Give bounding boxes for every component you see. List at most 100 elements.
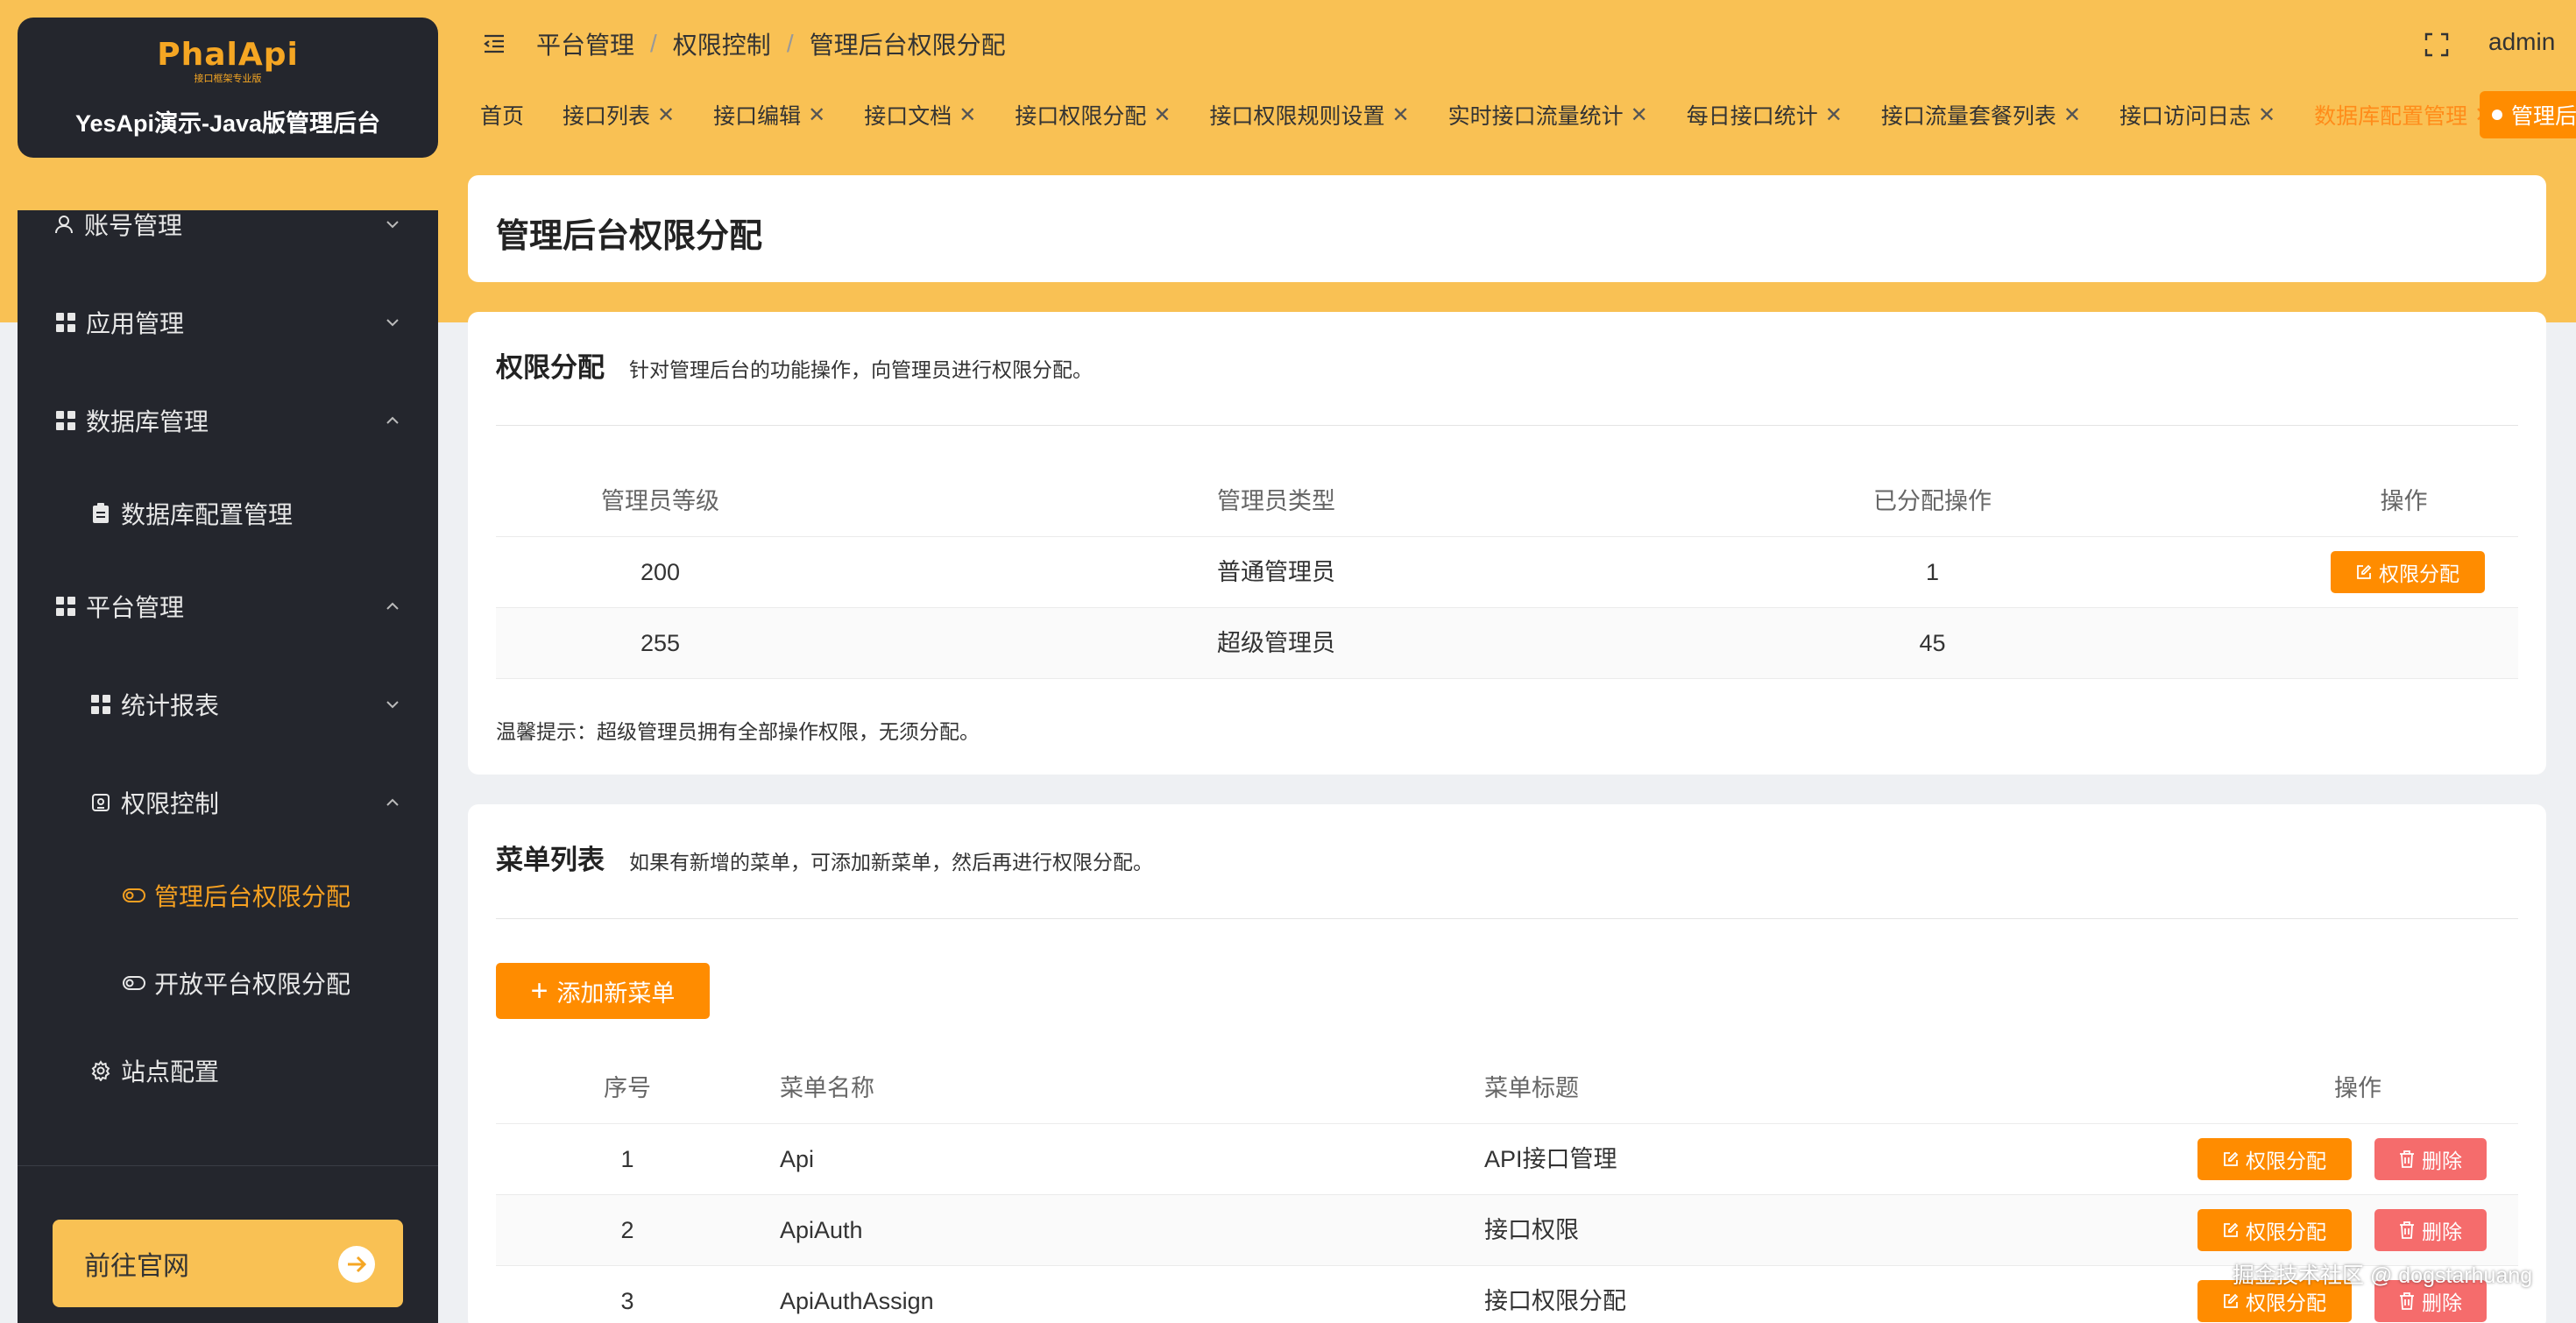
column-header: 菜单名称 (780, 1075, 874, 1101)
sidebar-item-permission[interactable]: 权限控制 (18, 776, 438, 829)
app-logo[interactable]: PhalApi 接口框架专业版 (157, 37, 299, 85)
menu-title: API接口管理 (1484, 1146, 1617, 1172)
tab-item[interactable]: 接口访问日志 ✕ (2120, 99, 2275, 131)
table-row: 3 ApiAuthAssign 接口权限分配 权限分配 删除 (496, 1266, 2518, 1323)
tab-label: 管理后台 (2511, 104, 2576, 129)
add-menu-button[interactable]: + 添加新菜单 (496, 963, 710, 1019)
button-label: 删除 (2422, 1150, 2462, 1172)
sidebar-item-label: 统计报表 (121, 692, 220, 719)
assign-permission-button[interactable]: 权限分配 (2331, 551, 2485, 593)
table-row: 200 普通管理员 1 权限分配 (496, 537, 2518, 608)
table-row: 255 超级管理员 45 (496, 608, 2518, 679)
breadcrumb-item[interactable]: 权限控制 (673, 26, 771, 61)
breadcrumb: 平台管理 / 权限控制 / 管理后台权限分配 (536, 26, 1006, 61)
menu-name: Api (780, 1146, 815, 1172)
go-official-site-button[interactable]: 前往官网 (53, 1220, 403, 1307)
user-menu[interactable]: admin (2488, 28, 2555, 56)
close-icon[interactable]: ✕ (2063, 103, 2081, 128)
admin-level: 255 (640, 630, 681, 656)
column-header: 管理员等级 (601, 488, 719, 514)
tab-item[interactable]: 实时接口流量统计 ✕ (1448, 99, 1648, 131)
chevron-up-icon (386, 798, 399, 806)
lock-icon (89, 791, 112, 814)
grid-icon (54, 311, 77, 334)
table-header: 序号 菜单名称 菜单标题 操作 (496, 1053, 2518, 1124)
grid-icon (54, 409, 77, 432)
sidebar-item-apps[interactable]: 应用管理 (18, 296, 438, 349)
close-icon[interactable]: ✕ (2258, 103, 2275, 128)
tab-item[interactable]: 接口权限分配 ✕ (1015, 99, 1171, 131)
chevron-down-icon (386, 701, 399, 709)
close-icon[interactable]: ✕ (1153, 103, 1171, 128)
chevron-up-icon (386, 416, 399, 424)
trash-icon (2400, 1292, 2414, 1310)
divider (496, 918, 2518, 919)
gear-icon (89, 1059, 112, 1082)
assigned-ops: 45 (1919, 630, 1946, 656)
tab-item[interactable]: 接口文档 ✕ (864, 99, 976, 131)
section-description: 如果有新增的菜单，可添加新菜单，然后再进行权限分配。 (629, 851, 1153, 874)
logo-text: PhalApi (157, 37, 299, 73)
tab-bar: 首页 接口列表 ✕ 接口编辑 ✕ 接口文档 ✕ 接口权限分配 ✕ 接口权限规则设置 ✕ 实… (480, 95, 2530, 135)
close-icon[interactable]: ✕ (657, 103, 675, 128)
button-label: 删除 (2422, 1220, 2462, 1243)
close-icon[interactable]: ✕ (959, 103, 976, 128)
close-icon[interactable]: ✕ (808, 103, 825, 128)
table-row: 2 ApiAuth 接口权限 权限分配 删除 (496, 1195, 2518, 1266)
page-title-card: 管理后台权限分配 (468, 175, 2546, 282)
assigned-ops: 1 (1925, 559, 1940, 585)
edit-icon (2224, 1222, 2239, 1237)
delete-button[interactable]: 删除 (2374, 1209, 2487, 1251)
tab-current[interactable]: 管理后台 (2480, 91, 2576, 138)
sidebar-item-label: 应用管理 (86, 310, 185, 337)
sidebar-item-account[interactable]: 账号管理 (18, 210, 438, 251)
app-title: YesApi演示-Java版管理后台 (74, 110, 381, 137)
sidebar-item-db-config[interactable]: 数据库配置管理 (18, 487, 438, 540)
sidebar-item-site-config[interactable]: 站点配置 (18, 1044, 438, 1097)
card-header: 权限分配 针对管理后台的功能操作，向管理员进行权限分配。 (496, 345, 1093, 385)
close-icon[interactable]: ✕ (1392, 103, 1410, 128)
sidebar-header: PhalApi 接口框架专业版 YesApi演示-Java版管理后台 (18, 18, 438, 158)
watermark: 掘金技术社区 @ dogstarhuang (2233, 1263, 2533, 1288)
button-label: 权限分配 (2246, 1291, 2326, 1314)
arrow-right-icon (338, 1246, 375, 1283)
button-label: 添加新菜单 (556, 980, 676, 1007)
menu-fold-icon[interactable] (482, 32, 506, 56)
column-header: 序号 (604, 1075, 651, 1101)
tab-item[interactable]: 接口权限规则设置 ✕ (1210, 99, 1410, 131)
column-header: 管理员类型 (1217, 488, 1335, 514)
assign-permission-button[interactable]: 权限分配 (2197, 1209, 2352, 1251)
tab-label: 接口权限分配 (1015, 104, 1147, 129)
sidebar-item-open-perm[interactable]: 开放平台权限分配 (18, 957, 438, 1009)
tab-label: 接口编辑 (713, 104, 802, 129)
close-icon[interactable]: ✕ (1825, 103, 1843, 128)
assign-permission-button[interactable]: 权限分配 (2197, 1138, 2352, 1180)
sidebar-item-database[interactable]: 数据库管理 (18, 394, 438, 447)
fullscreen-icon[interactable] (2424, 32, 2450, 58)
table-row: 1 Api API接口管理 权限分配 删除 (496, 1124, 2518, 1195)
sidebar-item-platform[interactable]: 平台管理 (18, 580, 438, 633)
sidebar-item-label: 权限控制 (121, 790, 220, 817)
logo-subtitle: 接口框架专业版 (194, 74, 262, 84)
sidebar-item-stats[interactable]: 统计报表 (18, 678, 438, 731)
edit-icon (2224, 1151, 2239, 1166)
active-dot-icon (2492, 110, 2502, 120)
chevron-down-icon (386, 221, 399, 229)
button-label: 权限分配 (2246, 1220, 2326, 1243)
plus-icon: + (530, 974, 548, 1008)
breadcrumb-item[interactable]: 平台管理 (536, 26, 634, 61)
tab-item[interactable]: 每日接口统计 ✕ (1687, 99, 1843, 131)
tab-item[interactable]: 接口列表 ✕ (563, 99, 675, 131)
sidebar-item-label: 数据库管理 (86, 408, 209, 435)
tab-item[interactable]: 数据库配置管理✕ (2314, 99, 2492, 131)
grid-icon (89, 693, 112, 716)
tab-home[interactable]: 首页 (480, 99, 524, 131)
tab-item[interactable]: 接口流量套餐列表 ✕ (1881, 99, 2081, 131)
tab-item[interactable]: 接口编辑 ✕ (713, 99, 825, 131)
delete-button[interactable]: 删除 (2374, 1138, 2487, 1180)
close-icon[interactable]: ✕ (1631, 103, 1648, 128)
button-label: 删除 (2422, 1291, 2462, 1314)
sidebar-item-admin-perm[interactable]: 管理后台权限分配 (18, 869, 438, 922)
tab-label: 接口访问日志 (2120, 104, 2252, 129)
sidebar-item-label: 站点配置 (121, 1058, 220, 1086)
